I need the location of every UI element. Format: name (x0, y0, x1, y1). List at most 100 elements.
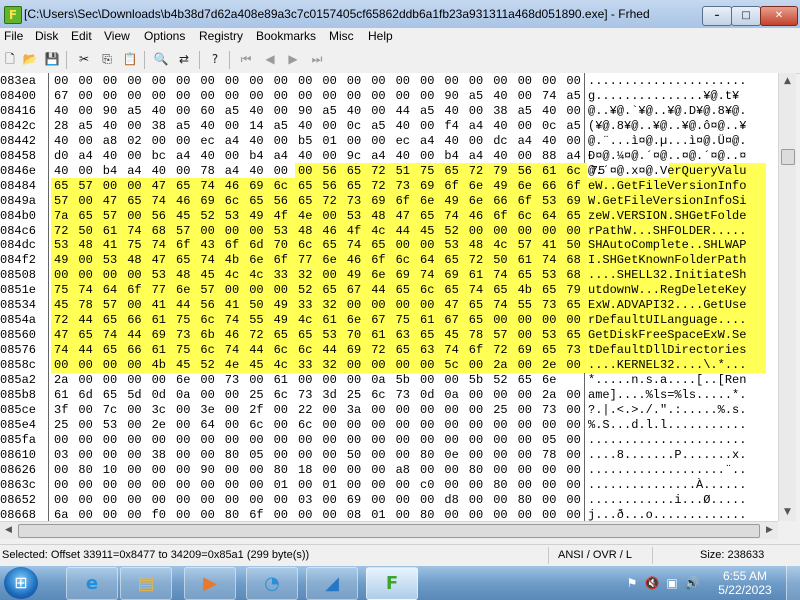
hex-byte[interactable]: 57 (103, 297, 121, 313)
ascii-text[interactable]: W.GetFileVersionInfoSi (588, 193, 768, 209)
hex-byte[interactable]: 67 (444, 312, 462, 328)
hex-byte[interactable]: a5 (566, 118, 584, 134)
hex-byte[interactable]: 00 (127, 88, 145, 104)
media-player-icon[interactable]: ▶ (184, 567, 236, 600)
hex-byte[interactable]: 00 (176, 492, 194, 508)
hex-byte[interactable]: 00 (176, 432, 194, 448)
hex-byte[interactable]: 00 (420, 402, 438, 418)
hex-byte[interactable]: 00 (274, 282, 292, 298)
hex-byte[interactable]: 6c (274, 342, 292, 358)
system-clock[interactable]: 6:55 AM 5/22/2023 (712, 569, 778, 597)
hex-byte[interactable]: 00 (542, 477, 560, 493)
hex-byte[interactable]: f4 (444, 118, 462, 134)
hex-byte[interactable]: 00 (78, 267, 96, 283)
hex-byte[interactable]: 00 (127, 208, 145, 224)
hex-byte[interactable]: 68 (566, 252, 584, 268)
hex-byte[interactable]: 6c (200, 342, 218, 358)
ascii-text[interactable]: ...............À...... (588, 477, 768, 493)
ascii-text[interactable]: ............i...Ø..... (588, 492, 768, 508)
hex-byte[interactable]: 90 (444, 88, 462, 104)
hex-byte[interactable]: 41 (542, 237, 560, 253)
hex-byte[interactable]: 64 (103, 282, 121, 298)
hex-byte[interactable]: 00 (566, 223, 584, 239)
hex-byte[interactable]: 00 (566, 312, 584, 328)
hex-byte[interactable]: 40 (493, 88, 511, 104)
hex-byte[interactable]: 00 (322, 88, 340, 104)
hex-byte[interactable]: 00 (176, 73, 194, 89)
hex-byte[interactable]: 00 (127, 432, 145, 448)
hex-byte[interactable]: 00 (566, 492, 584, 508)
ascii-text[interactable]: ....8.......P.......x. (588, 447, 768, 463)
hex-row[interactable]: 08484 65 57 00 00 47 65 74 46 69 6c 65 56 65 72 73 69 6f 6… (0, 177, 778, 194)
hex-byte[interactable]: 00 (200, 432, 218, 448)
hex-byte[interactable]: 74 (152, 193, 170, 209)
hex-byte[interactable]: 68 (152, 223, 170, 239)
hex-byte[interactable]: 03 (298, 492, 316, 508)
hex-byte[interactable]: 61 (54, 387, 72, 403)
hex-byte[interactable]: 00 (542, 462, 560, 478)
hex-byte[interactable]: 50 (493, 252, 511, 268)
hex-byte[interactable]: 69 (200, 193, 218, 209)
hex-byte[interactable]: 00 (225, 402, 243, 418)
hex-byte[interactable]: 75 (420, 163, 438, 179)
minimize-button[interactable]: – (702, 6, 732, 26)
hex-byte[interactable]: 74 (493, 297, 511, 313)
hex-byte[interactable]: 00 (225, 148, 243, 164)
hex-byte[interactable]: 6d (78, 387, 96, 403)
hex-byte[interactable]: 7c (103, 402, 121, 418)
hex-byte[interactable]: 00 (420, 73, 438, 89)
hex-byte[interactable]: 00 (200, 88, 218, 104)
hex-byte[interactable]: 6c (566, 163, 584, 179)
hex-byte[interactable]: 6f (274, 252, 292, 268)
hex-byte[interactable]: 46 (469, 208, 487, 224)
hex-byte[interactable]: 3c (152, 402, 170, 418)
hex-byte[interactable]: 00 (127, 357, 145, 373)
hex-byte[interactable]: 2a (493, 357, 511, 373)
hex-byte[interactable]: 52 (200, 208, 218, 224)
hex-byte[interactable]: 6f (566, 178, 584, 194)
hex-byte[interactable]: 73 (396, 178, 414, 194)
hex-byte[interactable]: 00 (322, 267, 340, 283)
hex-byte[interactable]: 41 (152, 297, 170, 313)
hex-byte[interactable]: 75 (127, 237, 145, 253)
hex-byte[interactable]: 40 (493, 148, 511, 164)
scroll-left-icon[interactable]: ◀ (0, 522, 17, 539)
hex-byte[interactable]: 53 (103, 252, 121, 268)
hex-byte[interactable]: 00 (420, 148, 438, 164)
hex-byte[interactable]: 03 (54, 447, 72, 463)
hex-byte[interactable]: 52 (493, 372, 511, 388)
hex-byte[interactable]: 69 (518, 342, 536, 358)
hex-byte[interactable]: 00 (542, 223, 560, 239)
hex-byte[interactable]: 40 (347, 103, 365, 119)
hex-byte[interactable]: 6c (371, 387, 389, 403)
hex-byte[interactable]: 72 (469, 252, 487, 268)
hex-row[interactable]: 085b8 61 6d 65 5d 0d 0a 00 00 25 6c 73 3d 25 6c 73 0d 0a 0… (0, 387, 778, 403)
hex-byte[interactable]: 6b (200, 327, 218, 343)
hex-byte[interactable]: 00 (469, 73, 487, 89)
hex-byte[interactable]: 57 (103, 208, 121, 224)
hex-byte[interactable]: 00 (469, 447, 487, 463)
hex-byte[interactable]: 38 (152, 118, 170, 134)
hex-byte[interactable]: 44 (249, 342, 267, 358)
ascii-text[interactable]: ame]....%ls=%ls.....*. (588, 387, 768, 403)
hex-byte[interactable]: 72 (469, 163, 487, 179)
hex-byte[interactable]: 53 (103, 417, 121, 433)
hex-byte[interactable]: 00 (152, 88, 170, 104)
hex-byte[interactable]: 5d (127, 387, 145, 403)
hex-byte[interactable]: 00 (298, 163, 316, 179)
hex-byte[interactable]: 74 (127, 223, 145, 239)
hex-byte[interactable]: 00 (469, 492, 487, 508)
hex-byte[interactable]: 48 (127, 252, 145, 268)
hex-byte[interactable]: 4b (518, 282, 536, 298)
hex-byte[interactable]: 6e (518, 178, 536, 194)
hex-byte[interactable]: 33 (298, 357, 316, 373)
hex-byte[interactable]: 40 (249, 133, 267, 149)
hex-byte[interactable]: 74 (542, 252, 560, 268)
hex-byte[interactable]: 4c (493, 237, 511, 253)
hex-byte[interactable]: 46 (347, 252, 365, 268)
hex-byte[interactable]: 00 (493, 417, 511, 433)
hex-byte[interactable]: a5 (274, 118, 292, 134)
hex-byte[interactable]: 00 (298, 447, 316, 463)
hex-byte[interactable]: 6e (542, 372, 560, 388)
hex-byte[interactable]: 74 (347, 237, 365, 253)
